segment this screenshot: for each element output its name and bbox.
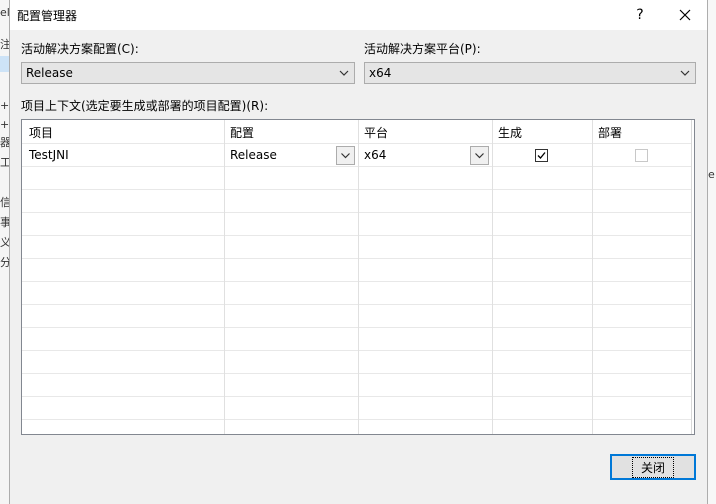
deploy-checkbox (635, 149, 648, 162)
background-glyph: 信 (0, 196, 10, 209)
grid-line (22, 327, 691, 328)
close-icon (679, 9, 691, 21)
background-glyph: 注 (0, 38, 10, 51)
grid-line (22, 258, 691, 259)
column-divider[interactable] (592, 120, 593, 434)
column-header-config[interactable]: 配置 (230, 124, 254, 141)
grid-line (22, 373, 691, 374)
column-divider[interactable] (224, 120, 225, 434)
active-config-value: Release (26, 66, 73, 80)
chevron-down-icon (339, 70, 349, 76)
close-button[interactable]: 关闭 (610, 454, 696, 480)
checkmark-icon (537, 152, 546, 159)
project-config-dropdown[interactable] (336, 146, 355, 165)
grid-line (22, 235, 691, 236)
background-glyph: + (0, 118, 10, 131)
active-platform-label: 活动解决方案平台(P): (364, 42, 481, 56)
column-header-project[interactable]: 项目 (29, 124, 53, 141)
chevron-down-icon (680, 70, 690, 76)
configuration-manager-dialog: 配置管理器 ? 活动解决方案配置(C): Release 活动解决方案平台(P)… (9, 0, 708, 504)
dialog-title: 配置管理器 (17, 9, 78, 23)
project-platform-dropdown[interactable] (470, 146, 489, 165)
column-divider[interactable] (492, 120, 493, 434)
background-glyph: 事 (0, 216, 10, 229)
grid-line (22, 143, 691, 144)
close-button-label: 关闭 (631, 456, 674, 478)
title-bar: 配置管理器 ? (10, 0, 707, 30)
background-glyph: e (708, 168, 715, 181)
close-window-button[interactable] (667, 0, 703, 30)
background-glyph: 工 (0, 156, 10, 169)
grid-line (22, 304, 691, 305)
grid-line (22, 419, 691, 420)
background-glyph: 分 (0, 256, 10, 269)
project-config-value[interactable]: Release (230, 148, 277, 162)
project-platform-value[interactable]: x64 (364, 148, 386, 162)
background-glyph: + (0, 99, 10, 112)
background-glyph: 义 (0, 236, 10, 249)
project-contexts-label: 项目上下文(选定要生成或部署的项目配置)(R): (21, 99, 269, 113)
grid-right-edge (691, 120, 692, 434)
active-platform-value: x64 (369, 66, 392, 80)
background-glyph: 器 (0, 136, 10, 149)
column-divider[interactable] (358, 120, 359, 434)
column-header-build[interactable]: 生成 (498, 124, 522, 141)
column-header-deploy[interactable]: 部署 (598, 124, 622, 141)
background-glyph: el (0, 6, 10, 19)
grid-line (22, 212, 691, 213)
column-header-platform[interactable]: 平台 (364, 124, 388, 141)
help-button[interactable]: ? (622, 0, 658, 30)
grid-line (22, 189, 691, 190)
project-name-cell[interactable]: TestJNI (29, 148, 69, 162)
active-config-dropdown[interactable]: Release (21, 62, 355, 84)
active-config-label: 活动解决方案配置(C): (21, 42, 139, 56)
background-selection (0, 56, 9, 72)
grid-line (22, 281, 691, 282)
grid-line (22, 166, 691, 167)
grid-line (22, 350, 691, 351)
project-contexts-grid: 项目 配置 平台 生成 部署 TestJNI Release x64 (21, 119, 695, 435)
chevron-down-icon (341, 153, 350, 159)
background-window-right: e (707, 0, 716, 504)
chevron-down-icon (475, 153, 484, 159)
grid-line (22, 396, 691, 397)
active-platform-dropdown[interactable]: x64 (364, 62, 696, 84)
build-checkbox[interactable] (535, 149, 548, 162)
